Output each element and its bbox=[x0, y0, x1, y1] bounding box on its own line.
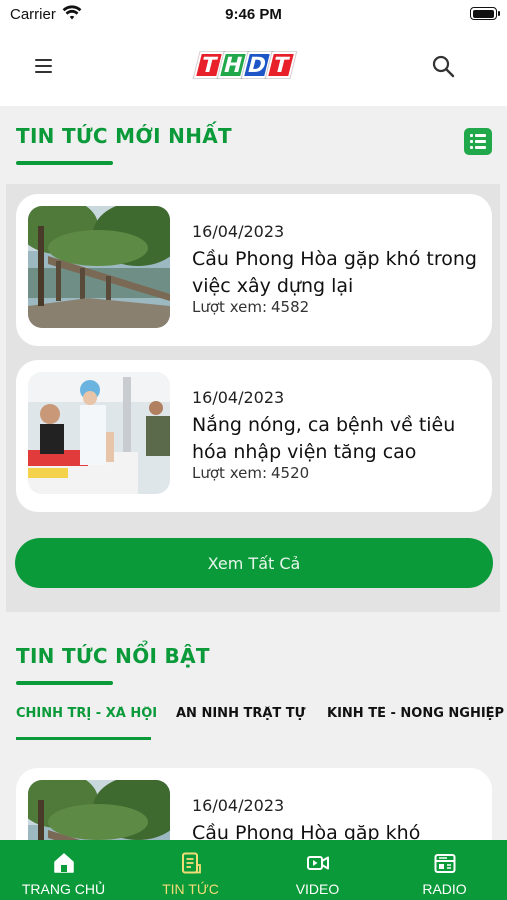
article-date: 16/04/2023 bbox=[192, 796, 285, 815]
nav-label: TIN TỨC bbox=[162, 881, 219, 897]
news-card[interactable]: 16/04/2023 Cầu Phong Hòa gặp khó bbox=[16, 768, 492, 840]
featured-news-title: TIN TỨC NỔI BẬT bbox=[16, 644, 210, 668]
article-date: 16/04/2023 bbox=[192, 222, 285, 241]
article-views: Lượt xem: 4520 bbox=[192, 464, 309, 482]
battery-fill bbox=[472, 9, 494, 18]
list-view-icon[interactable] bbox=[464, 128, 492, 155]
article-title[interactable]: Nắng nóng, ca bệnh về tiêu hóa nhập viện… bbox=[192, 412, 482, 466]
search-icon[interactable] bbox=[431, 54, 455, 78]
status-bar: Carrier 9:46 PM bbox=[0, 0, 507, 30]
tab-kinh-te-nong-nghiep[interactable]: KINH TẾ - NÔNG NGHIỆP bbox=[327, 706, 504, 721]
article-views: Lượt xem: 4582 bbox=[192, 298, 309, 316]
main-content[interactable]: TIN TỨC MỚI NHẤT 16/04/2023 Cầu Phong Hò… bbox=[0, 106, 507, 840]
views-label: Lượt xem: bbox=[192, 298, 267, 316]
bottom-nav: TRANG CHỦ TIN TỨC VIDEO RADIO bbox=[0, 840, 507, 900]
nav-label: VIDEO bbox=[295, 881, 340, 897]
news-icon bbox=[181, 852, 201, 874]
nav-radio[interactable]: RADIO bbox=[381, 840, 507, 900]
category-tabs: CHÍNH TRỊ - XÃ HỘI AN NINH TRẬT TỰ KINH … bbox=[16, 706, 507, 746]
view-all-button[interactable]: Xem Tất Cả bbox=[15, 538, 493, 588]
clock: 9:46 PM bbox=[225, 6, 282, 23]
tab-chinh-tri-xa-hoi[interactable]: CHÍNH TRỊ - XÃ HỘI bbox=[16, 706, 157, 721]
views-count: 4520 bbox=[271, 464, 310, 482]
views-count: 4582 bbox=[271, 298, 310, 316]
home-icon bbox=[53, 853, 74, 873]
news-card[interactable]: 16/04/2023 Cầu Phong Hòa gặp khó trong v… bbox=[16, 194, 492, 346]
featured-news-underline bbox=[16, 681, 113, 685]
bridge-photo-thumbnail bbox=[28, 780, 170, 840]
article-title[interactable]: Cầu Phong Hòa gặp khó bbox=[192, 820, 482, 840]
nav-label: TRANG CHỦ bbox=[21, 881, 106, 897]
hospital-photo-thumbnail bbox=[28, 372, 170, 494]
battery-icon bbox=[470, 7, 500, 20]
thdt-logo: THDT bbox=[193, 52, 297, 82]
active-tab-underline bbox=[16, 737, 151, 740]
video-icon bbox=[306, 856, 329, 870]
hamburger-menu-icon[interactable] bbox=[35, 59, 52, 73]
nav-video[interactable]: VIDEO bbox=[254, 840, 381, 900]
news-card[interactable]: 16/04/2023 Nắng nóng, ca bệnh về tiêu hó… bbox=[16, 360, 492, 512]
nav-tin-tuc[interactable]: TIN TỨC bbox=[127, 840, 254, 900]
nav-trang-chu[interactable]: TRANG CHỦ bbox=[0, 840, 127, 900]
latest-news-underline bbox=[16, 161, 113, 165]
radio-icon bbox=[434, 854, 455, 873]
bridge-photo-thumbnail bbox=[28, 206, 170, 328]
app-header: THDT bbox=[0, 30, 507, 106]
logo-letter: T bbox=[265, 52, 297, 78]
latest-news-title: TIN TỨC MỚI NHẤT bbox=[16, 124, 232, 148]
article-date: 16/04/2023 bbox=[192, 388, 285, 407]
tab-an-ninh-trat-tu[interactable]: AN NINH TRẬT TỰ bbox=[176, 706, 306, 721]
article-title[interactable]: Cầu Phong Hòa gặp khó trong việc xây dựn… bbox=[192, 246, 482, 300]
nav-label: RADIO bbox=[422, 881, 467, 897]
views-label: Lượt xem: bbox=[192, 464, 267, 482]
